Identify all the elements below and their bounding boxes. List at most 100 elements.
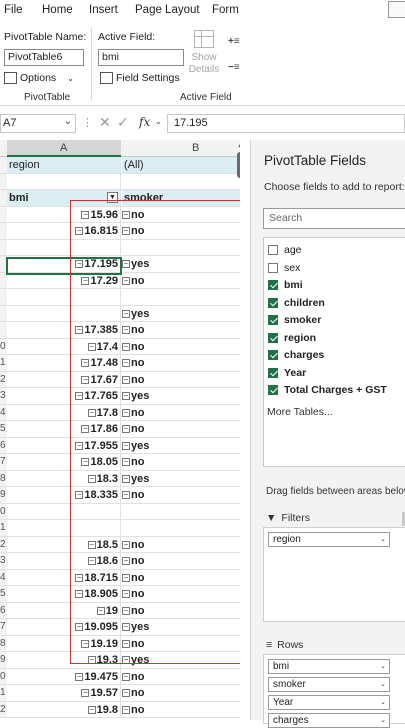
column-header-b[interactable]: B: [192, 142, 199, 154]
row-number[interactable]: [0, 289, 7, 305]
bmi-cell[interactable]: −19.475: [7, 668, 121, 684]
grid-cell[interactable]: [7, 173, 121, 189]
field-checkbox[interactable]: [268, 245, 278, 255]
bmi-cell[interactable]: −19.8: [7, 701, 121, 717]
row-number[interactable]: 9: [0, 652, 7, 668]
expand-field-icon[interactable]: +≡: [228, 36, 240, 47]
row-number[interactable]: 9: [0, 487, 7, 503]
row-number[interactable]: [0, 305, 7, 321]
bmi-cell[interactable]: −19.57: [7, 685, 121, 701]
chevron-down-icon[interactable]: ⌄: [64, 116, 72, 127]
field-checkbox[interactable]: [268, 385, 278, 395]
collapse-icon[interactable]: −: [87, 705, 96, 714]
field-item[interactable]: age: [268, 244, 302, 256]
show-details-button[interactable]: Show Details: [186, 30, 222, 76]
smoker-cell[interactable]: − no: [122, 669, 240, 685]
field-settings-button[interactable]: Field Settings: [100, 72, 180, 84]
row-number[interactable]: 1: [0, 685, 7, 701]
active-field-input[interactable]: bmi: [98, 49, 184, 66]
column-header-a[interactable]: A: [60, 142, 67, 154]
filter-value-cell[interactable]: (All): [122, 157, 240, 173]
enter-icon[interactable]: ✓: [117, 114, 129, 131]
collapse-icon[interactable]: −: [122, 689, 130, 697]
field-item[interactable]: children: [268, 297, 325, 309]
chevron-down-icon[interactable]: ⌄: [380, 533, 386, 546]
field-item[interactable]: Year: [268, 367, 306, 379]
row-number[interactable]: 6: [0, 437, 7, 453]
field-item[interactable]: charges: [268, 349, 324, 361]
row-number[interactable]: 3: [0, 388, 7, 404]
collapse-icon[interactable]: −: [122, 672, 130, 681]
row-number[interactable]: 4: [0, 404, 7, 420]
formula-input[interactable]: 17.195: [167, 114, 405, 133]
field-item[interactable]: smoker: [268, 314, 321, 326]
field-checkbox[interactable]: [268, 367, 278, 378]
field-item[interactable]: bmi: [268, 279, 303, 291]
row-number[interactable]: [0, 223, 7, 239]
tab-page-layout[interactable]: Page Layout: [135, 4, 200, 16]
row-number[interactable]: 8: [0, 470, 7, 486]
row-number[interactable]: 8: [0, 635, 7, 651]
row-number[interactable]: 1: [0, 355, 7, 371]
row-number[interactable]: 7: [0, 454, 7, 470]
grid-cell[interactable]: [122, 174, 240, 190]
chevron-down-icon[interactable]: ⌄: [380, 660, 386, 673]
field-item[interactable]: sex: [268, 262, 300, 274]
row-number[interactable]: 6: [0, 602, 7, 618]
rows-area[interactable]: bmi ⌄ smoker ⌄ Year ⌄ charges ⌄: [263, 654, 405, 728]
filter-field-cell[interactable]: region: [7, 157, 121, 173]
name-box[interactable]: A7 ⌄: [0, 114, 76, 133]
collapse-icon[interactable]: −: [75, 672, 84, 681]
collapse-icon[interactable]: −: [81, 689, 90, 697]
row-number[interactable]: 7: [0, 619, 7, 635]
filters-area[interactable]: region ⌄: [263, 527, 405, 622]
field-checkbox[interactable]: [268, 280, 278, 290]
tab-formulas[interactable]: Form: [212, 4, 239, 16]
row-number[interactable]: [0, 206, 7, 222]
row-pill[interactable]: Year ⌄: [268, 695, 390, 710]
row-pill[interactable]: bmi ⌄: [268, 659, 390, 674]
chevron-down-icon[interactable]: ⌄: [380, 696, 386, 709]
field-checkbox[interactable]: [268, 262, 278, 273]
pivot-name-input[interactable]: PivotTable6: [4, 49, 84, 66]
row-number[interactable]: 1: [0, 520, 7, 536]
row-pill[interactable]: smoker ⌄: [268, 677, 390, 692]
row-pill[interactable]: charges ⌄: [268, 713, 390, 728]
comment-icon[interactable]: [388, 1, 405, 18]
cancel-icon[interactable]: ✕: [99, 114, 111, 131]
smoker-cell[interactable]: − no: [122, 702, 240, 718]
row-number[interactable]: 5: [0, 586, 7, 602]
row-number[interactable]: 0: [0, 668, 7, 684]
field-checkbox[interactable]: [268, 350, 278, 360]
row-number[interactable]: 0: [0, 503, 7, 519]
row-number[interactable]: [0, 322, 7, 338]
field-checkbox[interactable]: [268, 315, 278, 325]
tab-file[interactable]: File: [4, 4, 23, 16]
worksheet-grid[interactable]: A B region (All) bmi ▼ smoker −15.96− no −16.81…: [0, 140, 240, 720]
more-tables-link[interactable]: More Tables...: [267, 406, 333, 418]
field-checkbox[interactable]: [268, 332, 278, 343]
row-number[interactable]: [0, 173, 7, 189]
collapse-field-icon[interactable]: −≡: [228, 62, 240, 73]
options-button[interactable]: Options ⌄: [4, 72, 74, 84]
filter-pill-region[interactable]: region ⌄: [268, 532, 390, 547]
row-number[interactable]: 2: [0, 371, 7, 387]
row-number[interactable]: 5: [0, 421, 7, 437]
tab-insert[interactable]: Insert: [89, 4, 118, 16]
row-number[interactable]: 3: [0, 553, 7, 569]
field-checkbox[interactable]: [268, 297, 278, 308]
vertical-scrollbar-thumb[interactable]: [237, 152, 240, 178]
row-number[interactable]: 2: [0, 536, 7, 552]
row-number[interactable]: 0: [0, 338, 7, 354]
row-number[interactable]: [0, 190, 7, 206]
smoker-cell[interactable]: − no: [122, 685, 240, 701]
collapse-icon[interactable]: −: [122, 705, 130, 714]
chevron-down-icon[interactable]: ⌄: [380, 678, 386, 691]
tab-home[interactable]: Home: [42, 4, 73, 16]
scroll-up-icon[interactable]: ▲: [237, 142, 240, 149]
field-item[interactable]: Total Charges + GST: [268, 384, 387, 396]
chevron-down-icon[interactable]: ⌄: [380, 714, 386, 727]
field-search-input[interactable]: Search: [263, 208, 405, 229]
row-number[interactable]: 2: [0, 701, 7, 717]
row-number[interactable]: [0, 239, 7, 255]
